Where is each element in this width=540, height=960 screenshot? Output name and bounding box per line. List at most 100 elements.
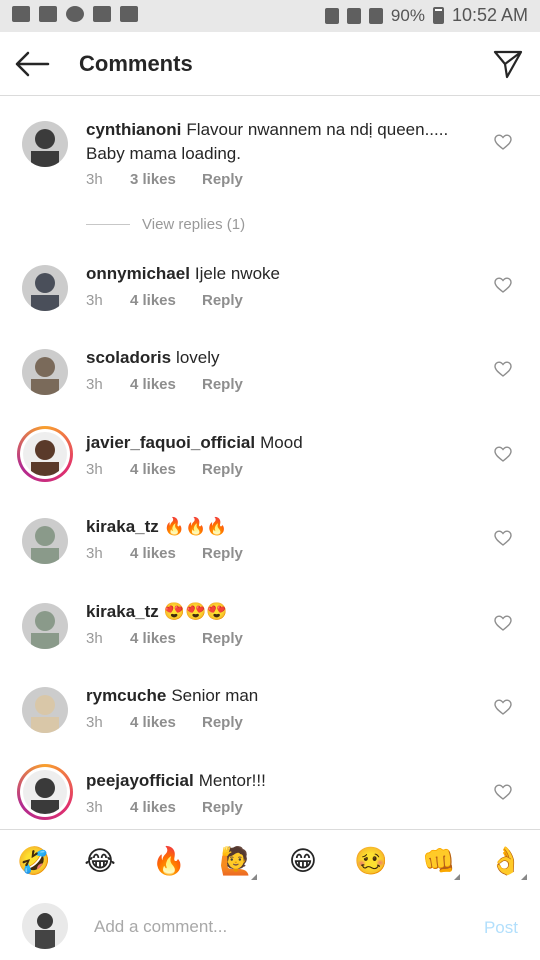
heart-icon[interactable] <box>494 134 512 150</box>
heart-icon[interactable] <box>494 277 512 293</box>
comment-meta: 3h 4 likes Reply <box>86 461 243 478</box>
reply-button[interactable]: Reply <box>202 292 243 309</box>
likes-count[interactable]: 3 likes <box>130 171 202 188</box>
heart-icon[interactable] <box>494 615 512 631</box>
comment-meta: 3h 4 likes Reply <box>86 630 243 647</box>
header: Comments <box>0 32 540 96</box>
emoji-button[interactable]: 👊 <box>422 846 460 880</box>
emoji-button[interactable]: 😁 <box>287 846 319 878</box>
comment-time: 3h <box>86 545 103 562</box>
comment-text: javier_faquoi_official Mood <box>86 431 466 455</box>
emoji-glyph: 👌 <box>489 846 523 877</box>
comment-input[interactable] <box>94 914 454 940</box>
likes-count[interactable]: 4 likes <box>130 376 202 393</box>
emoji-quick-bar: 🤣 😂 🔥 🙋 😁 🥴 👊 👌 <box>0 829 540 895</box>
emoji-glyph: 🙋 <box>219 846 253 877</box>
likes-count[interactable]: 4 likes <box>130 292 202 309</box>
avatar[interactable] <box>22 349 68 395</box>
notification-icons <box>12 6 138 22</box>
comment-body: lovely <box>176 348 220 367</box>
direct-send-icon[interactable] <box>492 48 524 80</box>
comment-body: 😍😍😍 <box>163 602 228 621</box>
post-button[interactable]: Post <box>484 918 518 938</box>
gallery-icon <box>93 6 111 22</box>
comment-text: cynthianoni Flavour nwannem na ndị queen.… <box>86 118 466 166</box>
comment-body: Ijele nwoke <box>194 264 280 283</box>
comment-composer: Post <box>0 894 540 960</box>
comment-meta: 3h 4 likes Reply <box>86 714 243 731</box>
emoji-button[interactable]: 🥴 <box>354 846 388 878</box>
emoji-button[interactable]: 🔥 <box>152 846 186 878</box>
comment-username[interactable]: scoladoris <box>86 348 171 367</box>
reply-button[interactable]: Reply <box>202 630 243 647</box>
avatar[interactable] <box>17 764 73 820</box>
signal-icon <box>368 7 383 24</box>
emoji-glyph: 🥴 <box>354 846 388 877</box>
avatar[interactable] <box>22 603 68 649</box>
view-replies-button[interactable]: View replies (1) <box>86 216 245 233</box>
back-arrow-icon[interactable] <box>14 50 50 78</box>
heart-icon[interactable] <box>494 530 512 546</box>
emoji-glyph: 🔥 <box>152 846 186 877</box>
emoji-button[interactable]: 🤣 <box>17 846 51 878</box>
view-replies-label: View replies (1) <box>142 216 246 233</box>
likes-count[interactable]: 4 likes <box>130 545 202 562</box>
comment-username[interactable]: peejayofficial <box>86 771 194 790</box>
comment-meta: 3h 4 likes Reply <box>86 799 243 816</box>
emoji-glyph: 😁 <box>288 846 318 877</box>
battery-percent: 90% <box>390 5 425 25</box>
alarm-icon <box>324 7 339 24</box>
likes-count[interactable]: 4 likes <box>130 714 202 731</box>
heart-icon[interactable] <box>494 446 512 462</box>
comment-text: scoladoris lovely <box>86 346 466 370</box>
avatar[interactable] <box>22 265 68 311</box>
heart-icon[interactable] <box>494 784 512 800</box>
reply-button[interactable]: Reply <box>202 376 243 393</box>
comment-meta: 3h 4 likes Reply <box>86 292 243 309</box>
comment-text: rymcuche Senior man <box>86 684 466 708</box>
email-icon <box>120 6 138 22</box>
emoji-glyph: 👊 <box>422 846 456 877</box>
comment-text: peejayofficial Mentor!!! <box>86 769 466 793</box>
comment-time: 3h <box>86 376 103 393</box>
heart-icon[interactable] <box>494 699 512 715</box>
heart-icon[interactable] <box>494 361 512 377</box>
likes-count[interactable]: 4 likes <box>130 630 202 647</box>
comment-username[interactable]: kiraka_tz <box>86 602 159 621</box>
comment-username[interactable]: javier_faquoi_official <box>86 433 255 452</box>
reply-button[interactable]: Reply <box>202 171 243 188</box>
emoji-button[interactable]: 🙋 <box>219 846 257 880</box>
avatar[interactable] <box>22 687 68 733</box>
avatar[interactable] <box>17 426 73 482</box>
reply-button[interactable]: Reply <box>202 545 243 562</box>
comment-time: 3h <box>86 171 103 188</box>
comment-text: onnymichael Ijele nwoke <box>86 262 466 286</box>
comment-text: kiraka_tz 🔥🔥🔥 <box>86 515 466 539</box>
comment-username[interactable]: rymcuche <box>86 686 166 705</box>
reply-button[interactable]: Reply <box>202 714 243 731</box>
likes-count[interactable]: 4 likes <box>130 799 202 816</box>
skin-tone-indicator <box>454 874 460 880</box>
emoji-glyph: 🤣 <box>17 846 51 877</box>
comment-username[interactable]: cynthianoni <box>86 120 181 139</box>
gmail-icon <box>12 6 30 22</box>
reply-button[interactable]: Reply <box>202 799 243 816</box>
whatsapp-icon <box>66 6 84 22</box>
comment-username[interactable]: onnymichael <box>86 264 190 283</box>
comment-meta: 3h 4 likes Reply <box>86 545 243 562</box>
avatar[interactable] <box>22 518 68 564</box>
likes-count[interactable]: 4 likes <box>130 461 202 478</box>
skin-tone-indicator <box>521 874 527 880</box>
system-icons: 90% 10:52 AM <box>324 5 528 26</box>
avatar[interactable] <box>22 121 68 167</box>
comment-time: 3h <box>86 630 103 647</box>
status-bar: 90% 10:52 AM <box>0 0 540 32</box>
reply-button[interactable]: Reply <box>202 461 243 478</box>
comment-text: kiraka_tz 😍😍😍 <box>86 600 466 624</box>
comment-username[interactable]: kiraka_tz <box>86 517 159 536</box>
emoji-glyph: 😂 <box>84 846 116 877</box>
emoji-button[interactable]: 😂 <box>84 846 116 878</box>
wifi-icon <box>346 7 361 24</box>
emoji-button[interactable]: 👌 <box>489 846 527 880</box>
comment-body: Senior man <box>171 686 259 705</box>
